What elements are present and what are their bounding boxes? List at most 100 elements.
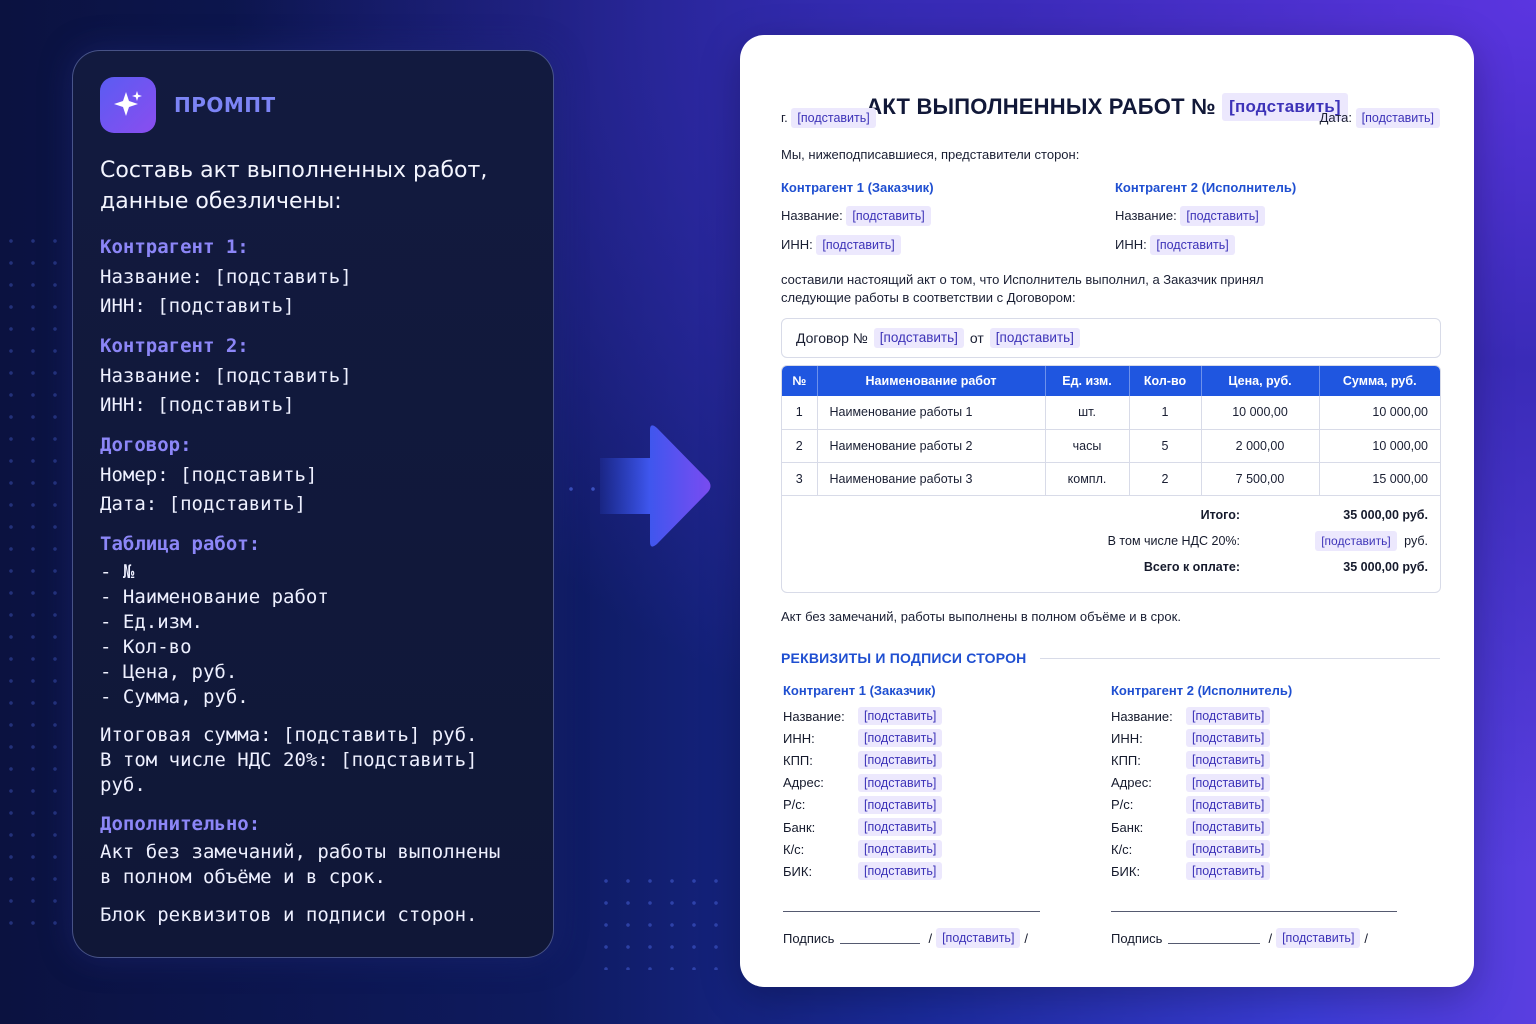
column-header: Цена, руб. xyxy=(1201,366,1320,396)
table-cell: Наименование работы 1 xyxy=(817,396,1046,430)
column-header: № xyxy=(782,366,818,396)
section-title: Контрагент 1: xyxy=(100,236,249,258)
req-label: КПП: xyxy=(783,752,813,768)
table-cell: 2 000,00 xyxy=(1201,429,1320,463)
vat-suffix: руб. xyxy=(1404,534,1428,548)
placeholder-tag: [подставить] xyxy=(858,751,943,770)
date-field: Дата: [подставить] xyxy=(1320,108,1440,128)
prompt-section-table: Таблица работ: - № - Наименование работ … xyxy=(100,531,526,710)
prompt-line: Итоговая сумма: [подставить] руб. xyxy=(100,724,478,746)
prompt-title: ПРОМПТ xyxy=(174,93,276,117)
prompt-header: ПРОМПТ xyxy=(100,77,526,133)
placeholder-tag: [подставить] xyxy=(858,862,943,881)
party2-inn-row: ИНН: [подставить] xyxy=(1115,235,1235,255)
req-label: Банк: xyxy=(783,819,816,835)
signature-line xyxy=(1111,911,1397,912)
placeholder-tag: [подставить] xyxy=(1186,773,1271,792)
table-header-row: № Наименование работ Ед. изм. Кол-во Цен… xyxy=(782,366,1440,396)
req-label: Название: xyxy=(1111,708,1173,724)
table-row: 2 Наименование работы 2 часы 5 2 000,00 … xyxy=(782,429,1440,463)
placeholder-tag: [подставить] xyxy=(858,840,943,859)
prompt-line: Название: [подставить] xyxy=(100,365,352,387)
req-row: ИНН: [подставить] xyxy=(1111,727,1292,749)
placeholder-tag: [подставить] xyxy=(1276,928,1361,948)
prompt-line: в полном объёме и в срок. xyxy=(100,866,386,888)
pay-value: 35 000,00 руб. xyxy=(1343,560,1428,574)
prompt-line: Дата: [подставить] xyxy=(100,492,306,515)
req-label: БИК: xyxy=(783,863,813,879)
placeholder-tag: [подставить] xyxy=(791,108,876,128)
arrow-right-icon xyxy=(600,425,711,547)
party1-name-row: Название: [подставить] xyxy=(781,206,931,226)
req-row: ИНН: [подставить] xyxy=(783,727,943,749)
total-row: Итого: 35 000,00 руб. xyxy=(1060,502,1428,528)
prompt-list-item: - № xyxy=(100,561,135,583)
city-label: г. xyxy=(781,110,788,125)
placeholder-tag: [подставить] xyxy=(1186,707,1271,726)
req-row: КПП: [подставить] xyxy=(783,749,943,771)
req-row: К/с: [подставить] xyxy=(1111,838,1292,860)
prompt-line: В том числе НДС 20%: [подставить] руб. xyxy=(100,749,478,796)
table-cell: Наименование работы 2 xyxy=(817,429,1046,463)
section-title: Договор: xyxy=(100,434,192,456)
placeholder-tag: [подставить] xyxy=(858,773,943,792)
prompt-list-item: - Цена, руб. xyxy=(100,661,238,683)
requisites-party2: Контрагент 2 (Исполнитель) Название: [под… xyxy=(1111,683,1292,883)
req-label: ИНН: xyxy=(1111,730,1143,746)
prompt-section-extra: Дополнительно: Акт без замечаний, работы… xyxy=(100,811,526,890)
table-cell: часы xyxy=(1045,429,1130,463)
table-cell: 1 xyxy=(1129,396,1202,430)
prompt-line: Номер: [подставить] xyxy=(100,464,318,486)
decorative-dots-bottom xyxy=(595,870,725,970)
placeholder-tag: [подставить] xyxy=(816,235,901,255)
signature-party1: Подпись / [подставить] / xyxy=(783,928,1028,948)
statement-line: следующие работы в соответствии с Догово… xyxy=(781,290,1076,305)
req-label: Р/с: xyxy=(783,797,806,813)
column-header: Наименование работ xyxy=(817,366,1046,396)
table-cell: 10 000,00 xyxy=(1319,429,1440,463)
statement-text: составили настоящий акт о том, что Испол… xyxy=(781,271,1264,307)
prompt-lead-line: данные обезличены: xyxy=(100,189,342,214)
req-label: Банк: xyxy=(1111,819,1144,835)
column-header: Кол-во xyxy=(1129,366,1202,396)
placeholder-tag: [подставить] xyxy=(858,795,943,814)
section-title: Контрагент 2: xyxy=(100,335,249,357)
column-header: Сумма, руб. xyxy=(1319,366,1440,396)
prompt-section-party1: Контрагент 1: Название: [подставить] ИНН… xyxy=(100,234,526,320)
placeholder-tag: [подставить] xyxy=(1186,862,1271,881)
placeholder-tag: [подставить] xyxy=(989,328,1080,348)
prompt-lead-line: Составь акт выполненных работ, xyxy=(100,158,488,183)
signature-field xyxy=(1168,932,1261,944)
placeholder-tag: [подставить] xyxy=(1186,795,1271,814)
req-label: К/с: xyxy=(783,841,805,857)
totals-block: Итого: 35 000,00 руб. В том числе НДС 20… xyxy=(1060,502,1428,580)
prompt-line: Акт без замечаний, работы выполнены xyxy=(100,841,501,863)
req-row: Банк: [подставить] xyxy=(1111,816,1292,838)
requisites-title: РЕКВИЗИТЫ И ПОДПИСИ СТОРОН xyxy=(781,650,1027,666)
divider xyxy=(1040,658,1440,659)
placeholder-tag: [подставить] xyxy=(936,928,1021,948)
party2-name-row: Название: [подставить] xyxy=(1115,206,1265,226)
slash: / xyxy=(1024,930,1029,946)
req-row: Название: [подставить] xyxy=(1111,705,1292,727)
table-cell: шт. xyxy=(1045,396,1130,430)
signature-label: Подпись xyxy=(783,930,835,946)
prompt-list-item: - Ед.изм. xyxy=(100,611,203,633)
remark-text: Акт без замечаний, работы выполнены в по… xyxy=(781,609,1181,624)
party1-inn-row: ИНН: [подставить] xyxy=(781,235,901,255)
req-label: БИК: xyxy=(1111,863,1141,879)
req-row: Банк: [подставить] xyxy=(783,816,943,838)
req-row: Название: [подставить] xyxy=(783,705,943,727)
placeholder-tag: [подставить] xyxy=(1315,531,1397,551)
pay-label: Всего к оплате: xyxy=(1143,560,1240,574)
prompt-section-party2: Контрагент 2: Название: [подставить] ИНН… xyxy=(100,333,526,419)
req-row: БИК: [подставить] xyxy=(1111,860,1292,882)
prompt-list-item: - Наименование работ xyxy=(100,586,329,608)
signature-label: Подпись xyxy=(1111,930,1163,946)
party1-title: Контрагент 1 (Заказчик) xyxy=(781,180,934,195)
req-label: КПП: xyxy=(1111,752,1141,768)
works-table-box: № Наименование работ Ед. изм. Кол-во Цен… xyxy=(781,365,1441,593)
document-title-text: АКТ ВЫПОЛНЕННЫХ РАБОТ № xyxy=(866,94,1216,119)
req-label: Адрес: xyxy=(783,775,824,791)
placeholder-tag: [подставить] xyxy=(1186,729,1271,748)
